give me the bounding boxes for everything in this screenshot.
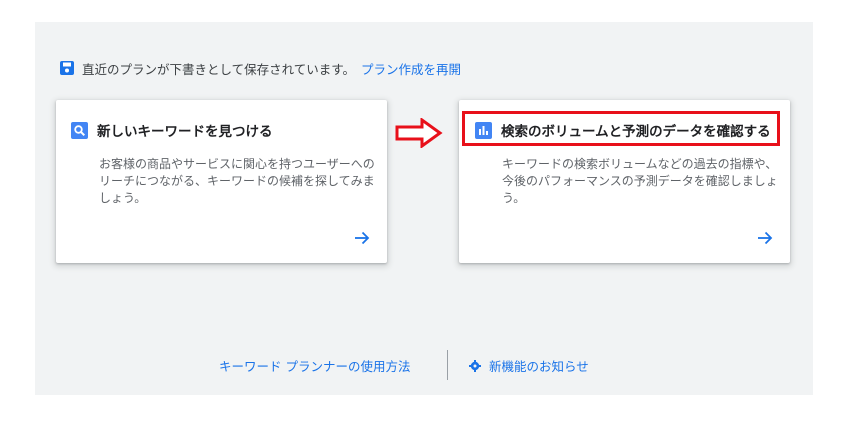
card-description: キーワードの検索ボリュームなどの過去の指標や、今後のパフォーマンスの予測データを… <box>502 157 778 205</box>
save-icon <box>60 61 74 75</box>
discover-keywords-card[interactable]: 新しいキーワードを見つける お客様の商品やサービスに関心を持つユーザーへのリーチ… <box>56 100 387 263</box>
arrow-right-icon[interactable] <box>756 229 774 247</box>
card-title-row: 検索のボリュームと予測のデータを確認する <box>475 120 771 140</box>
resume-plan-link[interactable]: プラン作成を再開 <box>361 59 461 78</box>
card-title: 新しいキーワードを見つける <box>97 124 273 140</box>
card-description: お客様の商品やサービスに関心を持つユーザーへのリーチにつながる、キーワードの候補… <box>99 157 375 205</box>
whats-new-link[interactable]: 新機能のお知らせ <box>469 356 589 375</box>
card-title: 検索のボリュームと予測のデータを確認する <box>501 124 771 140</box>
gear-icon <box>469 359 481 372</box>
draft-notice-text: 直近のプランが下書きとして保存されています。 <box>82 61 356 77</box>
search-icon <box>71 121 88 139</box>
help-link[interactable]: キーワード プランナーの使用方法 <box>219 356 410 375</box>
whats-new-label: 新機能のお知らせ <box>489 359 589 374</box>
arrow-right-icon[interactable] <box>353 229 371 247</box>
card-title-row: 新しいキーワードを見つける <box>71 120 273 140</box>
main-panel: 直近のプランが下書きとして保存されています。 プラン作成を再開 新しいキーワード… <box>35 22 813 395</box>
red-arrow-icon <box>395 118 443 148</box>
draft-notice: 直近のプランが下書きとして保存されています。 プラン作成を再開 <box>59 58 461 78</box>
footer: キーワード プランナーの使用方法 新機能のお知らせ <box>35 344 813 384</box>
bar-chart-icon <box>475 121 492 139</box>
forecast-data-card[interactable]: 検索のボリュームと予測のデータを確認する キーワードの検索ボリュームなどの過去の… <box>459 100 790 263</box>
footer-divider <box>447 350 448 380</box>
